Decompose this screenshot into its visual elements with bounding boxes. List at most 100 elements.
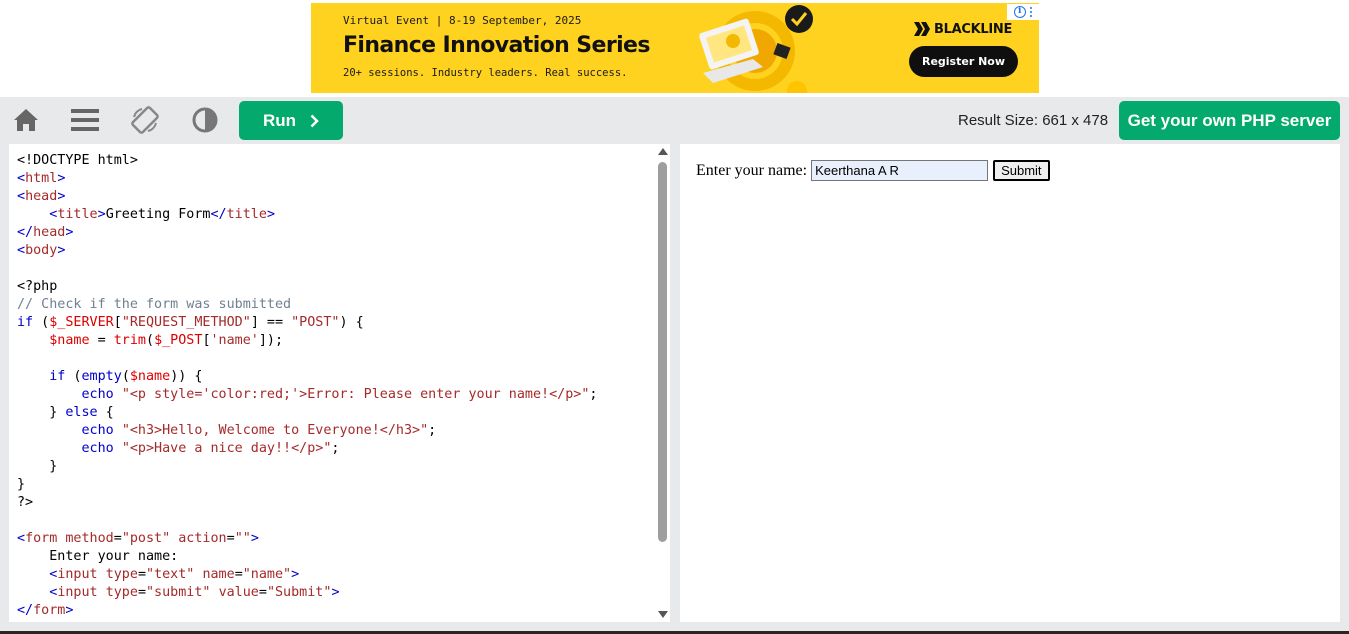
editor-scrollbar[interactable] (655, 144, 670, 622)
code-token: > (250, 531, 259, 546)
code-token: = (258, 585, 267, 600)
code-token: ( (33, 315, 50, 330)
code-line[interactable]: } (17, 458, 597, 476)
ad-choices[interactable]: i (1007, 4, 1039, 20)
code-token: if (17, 315, 34, 330)
code-token: "" (234, 531, 251, 546)
code-token: "POST" (291, 315, 340, 330)
code-token: ) { (339, 315, 364, 330)
toolbar: Run Result Size: 661 x 478 Get your own … (0, 97, 1349, 143)
code-token: ?> (17, 495, 34, 510)
code-line[interactable] (17, 512, 597, 530)
result-pane: Enter your name: Submit (680, 144, 1340, 622)
code-token: } (17, 459, 58, 474)
code-token: empty (81, 369, 122, 384)
code-line[interactable]: </form> (17, 602, 597, 620)
code-token: "<p>Have a nice day!!</p>" (121, 441, 332, 456)
code-line[interactable] (17, 260, 597, 278)
code-line[interactable]: <form method="post" action=""> (17, 530, 597, 548)
ad-brand-name: BLACKLINE (934, 21, 1013, 37)
code-token: name (202, 567, 235, 582)
code-content[interactable]: <!DOCTYPE html> <html> <head> <title>Greet… (17, 152, 597, 620)
scroll-up-icon[interactable] (658, 148, 668, 155)
code-token: input (57, 567, 98, 582)
code-token: 'name' (210, 333, 259, 348)
run-button-label: Run (262, 110, 297, 130)
code-token: { (97, 405, 114, 420)
chevron-right-icon (310, 114, 319, 127)
code-line[interactable]: if ($_SERVER["REQUEST_METHOD"] == "POST"… (17, 314, 597, 332)
code-token: ]); (258, 333, 284, 348)
code-token: action (178, 531, 227, 546)
code-token: ; (428, 423, 437, 438)
code-token: > (57, 171, 66, 186)
more-options-icon[interactable] (1029, 6, 1033, 18)
contrast-icon[interactable] (188, 104, 222, 136)
code-token: = (226, 531, 235, 546)
code-line[interactable] (17, 350, 597, 368)
ad-register-button[interactable]: Register Now (909, 46, 1018, 77)
scroll-down-icon[interactable] (658, 611, 668, 618)
code-token: > (97, 207, 106, 222)
code-token: echo (81, 387, 114, 402)
code-token: $_SERVER (49, 315, 114, 330)
code-token: if (49, 369, 66, 384)
code-token: < (17, 171, 26, 186)
code-token: head (33, 225, 66, 240)
code-token: title (226, 207, 267, 222)
code-line[interactable]: <?php (17, 278, 597, 296)
info-icon[interactable]: i (1013, 6, 1026, 18)
rotate-icon[interactable] (128, 104, 162, 136)
code-token: type (105, 585, 138, 600)
code-token: ( (121, 369, 130, 384)
code-token: = (234, 567, 243, 582)
code-line[interactable]: <html> (17, 170, 597, 188)
name-input[interactable] (811, 160, 989, 181)
home-icon[interactable] (9, 104, 43, 136)
code-line[interactable]: if (empty($name)) { (17, 368, 597, 386)
code-token: ( (146, 333, 155, 348)
main-area: <!DOCTYPE html> <html> <head> <title>Greet… (0, 143, 1349, 634)
code-token: form (25, 531, 58, 546)
code-line[interactable]: // Check if the form was submitted (17, 296, 597, 314)
code-line[interactable]: <input type="text" name="name"> (17, 566, 597, 584)
code-token: ] == (250, 315, 292, 330)
run-button[interactable]: Run (239, 101, 343, 140)
code-line[interactable]: <head> (17, 188, 597, 206)
code-line[interactable]: echo "<h3>Hello, Welcome to Everyone!</h… (17, 422, 597, 440)
code-token: "<p style='color:red;'>Error: Please ent… (121, 387, 590, 402)
ad-illustration (699, 5, 813, 93)
code-line[interactable]: echo "<p>Have a nice day!!</p>"; (17, 440, 597, 458)
code-token: trim (113, 333, 146, 348)
code-line[interactable]: <title>Greeting Form</title> (17, 206, 597, 224)
code-token: "Submit" (266, 585, 332, 600)
ad-banner[interactable]: Virtual Event | 8-19 September, 2025 Fin… (311, 3, 1039, 93)
menu-icon[interactable] (68, 104, 102, 136)
code-token: echo (81, 423, 114, 438)
scrollbar-thumb[interactable] (658, 162, 667, 542)
code-line[interactable]: </head> (17, 224, 597, 242)
code-editor[interactable]: <!DOCTYPE html> <html> <head> <title>Greet… (9, 144, 670, 622)
code-line[interactable]: <!DOCTYPE html> (17, 152, 597, 170)
code-token: > (57, 189, 66, 204)
code-line[interactable]: ?> (17, 494, 597, 512)
code-line[interactable]: echo "<p style='color:red;'>Error: Pleas… (17, 386, 598, 404)
get-php-server-button[interactable]: Get your own PHP server (1119, 101, 1340, 140)
code-line[interactable]: <input type="submit" value="Submit"> (17, 584, 597, 602)
code-token: > (65, 603, 74, 618)
code-line[interactable]: } else { (17, 404, 597, 422)
code-token: = (137, 567, 146, 582)
submit-button[interactable]: Submit (993, 160, 1050, 181)
code-token: = (113, 531, 122, 546)
code-line[interactable]: Enter your name: (17, 548, 597, 566)
code-line[interactable]: <body> (17, 242, 597, 260)
code-token: > (57, 243, 66, 258)
code-line[interactable]: $name = trim($_POST['name']); (17, 332, 597, 350)
code-line[interactable]: } (17, 476, 597, 494)
code-token: "REQUEST_METHOD" (121, 315, 251, 330)
